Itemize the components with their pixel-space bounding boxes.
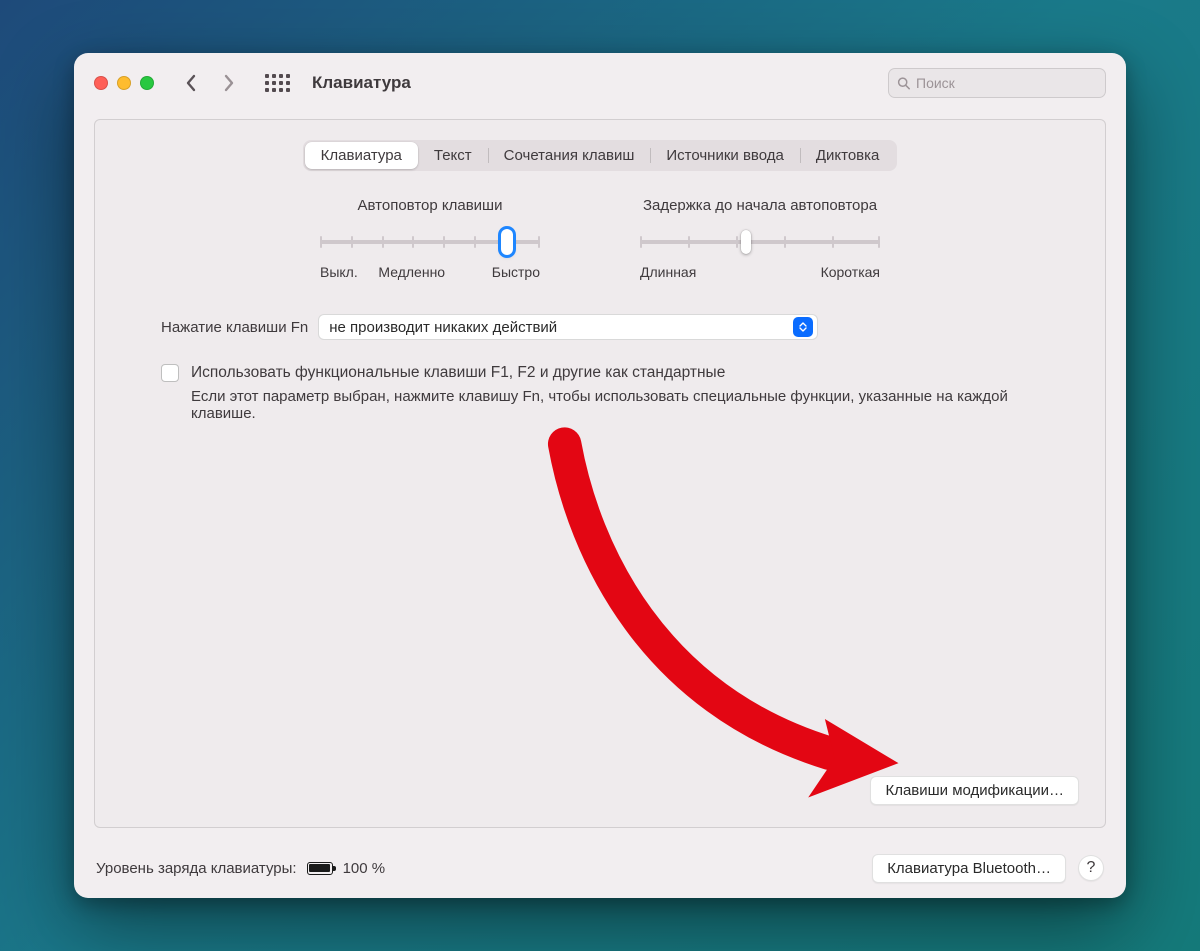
window-footer: Уровень заряда клавиатуры: 100 % Клавиат…: [74, 846, 1126, 898]
tab-shortcuts[interactable]: Сочетания клавиш: [488, 142, 651, 169]
window-toolbar: Клавиатура: [74, 53, 1126, 113]
standard-fn-keys-label: Использовать функциональные клавиши F1, …: [191, 362, 1011, 384]
back-button[interactable]: [176, 68, 206, 98]
bluetooth-keyboard-button[interactable]: Клавиатура Bluetooth…: [872, 854, 1066, 883]
standard-fn-keys-checkbox[interactable]: [161, 364, 179, 382]
help-button[interactable]: ?: [1078, 855, 1104, 881]
keyboard-pane: Клавиатура Текст Сочетания клавиш Источн…: [94, 119, 1106, 828]
window-title: Клавиатура: [312, 73, 411, 93]
key-repeat-title: Автоповтор клавиши: [320, 197, 540, 214]
tab-dictation[interactable]: Диктовка: [800, 142, 896, 169]
search-input[interactable]: [916, 75, 1097, 91]
repeat-delay-block: Задержка до начала автоповтора Длинная К…: [640, 197, 880, 280]
repeat-delay-label-long: Длинная: [640, 264, 696, 280]
battery-label: Уровень заряда клавиатуры:: [96, 860, 297, 877]
forward-button[interactable]: [214, 68, 244, 98]
repeat-delay-title: Задержка до начала автоповтора: [640, 197, 880, 214]
tab-text[interactable]: Текст: [418, 142, 488, 169]
chevron-right-icon: [223, 74, 235, 92]
tab-keyboard[interactable]: Клавиатура: [305, 142, 418, 169]
key-repeat-slider[interactable]: [320, 230, 540, 254]
repeat-delay-slider[interactable]: [640, 230, 880, 254]
select-stepper-icon: [793, 317, 813, 337]
grid-icon: [265, 74, 290, 92]
fn-key-selected-value: не производит никаких действий: [329, 319, 557, 336]
minimize-window-button[interactable]: [117, 76, 131, 90]
close-window-button[interactable]: [94, 76, 108, 90]
preferences-window: Клавиатура Клавиатура Текст Сочетания кл…: [74, 53, 1126, 898]
standard-fn-keys-description: Если этот параметр выбран, нажмите клави…: [191, 388, 1011, 422]
key-repeat-label-fast: Быстро: [492, 264, 540, 280]
show-all-button[interactable]: [262, 68, 292, 98]
battery-percent: 100 %: [343, 860, 386, 877]
zoom-window-button[interactable]: [140, 76, 154, 90]
fn-key-label: Нажатие клавиши Fn: [161, 319, 308, 336]
fn-key-select[interactable]: не производит никаких действий: [318, 314, 818, 340]
tab-input-sources[interactable]: Источники ввода: [650, 142, 799, 169]
key-repeat-label-slow: Медленно: [378, 264, 445, 280]
repeat-delay-label-short: Короткая: [821, 264, 880, 280]
search-field[interactable]: [888, 68, 1106, 98]
key-repeat-block: Автоповтор клавиши Выкл. Медленно: [320, 197, 540, 280]
search-icon: [897, 76, 910, 90]
modifier-keys-button[interactable]: Клавиши модификации…: [870, 776, 1079, 805]
keyboard-battery: Уровень заряда клавиатуры: 100 %: [96, 860, 385, 877]
tab-bar: Клавиатура Текст Сочетания клавиш Источн…: [123, 140, 1077, 171]
key-repeat-thumb[interactable]: [501, 229, 513, 255]
repeat-delay-thumb[interactable]: [741, 230, 751, 254]
key-repeat-label-off: Выкл.: [320, 264, 358, 280]
traffic-lights: [94, 76, 154, 90]
battery-icon: [307, 862, 333, 875]
chevron-left-icon: [185, 74, 197, 92]
